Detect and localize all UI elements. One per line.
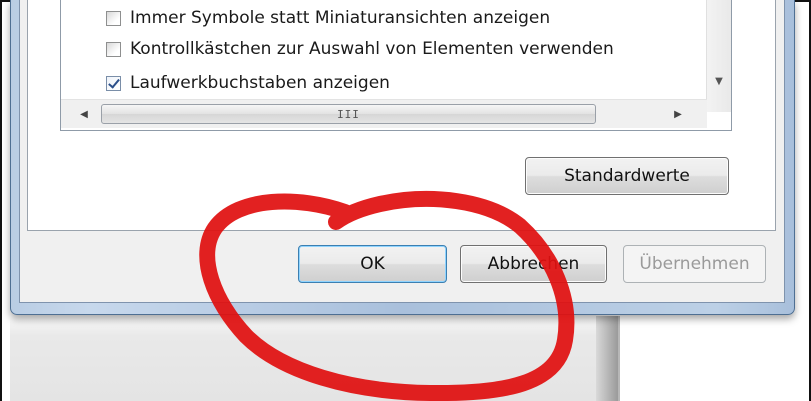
apply-button: Übernehmen [623, 245, 766, 283]
arrow-down-icon[interactable]: ▼ [707, 72, 731, 90]
drive-letters-checkbox[interactable] [106, 75, 121, 91]
show-icons-checkbox[interactable] [106, 10, 121, 26]
arrow-right-icon[interactable]: ▶ [663, 100, 693, 128]
list-item-label: Laufwerkbuchstaben anzeigen [130, 73, 390, 93]
restore-defaults-button[interactable]: Standardwerte [525, 157, 729, 195]
ok-button[interactable]: OK [298, 245, 447, 283]
list-item-label: Kontrollkästchen zur Auswahl von Element… [130, 39, 614, 59]
list-item[interactable]: Immer Symbole statt Miniaturansichten an… [106, 6, 550, 30]
list-item-label: Immer Symbole statt Miniaturansichten an… [130, 8, 551, 28]
advanced-settings-list[interactable]: Immer Symbole statt Miniaturansichten an… [60, 0, 732, 131]
list-item[interactable]: Laufwerkbuchstaben anzeigen [106, 71, 390, 95]
scrollbar-grip: III [337, 107, 360, 121]
scrollbar-thumb[interactable]: III [101, 104, 596, 124]
item-checkboxes-checkbox[interactable] [106, 41, 121, 57]
list-item[interactable]: Kontrollkästchen zur Auswahl von Element… [106, 37, 614, 61]
cancel-button[interactable]: Abbrechen [460, 245, 607, 283]
background-window-edge [596, 316, 618, 401]
background-window [10, 316, 620, 401]
vertical-scrollbar[interactable]: ▼ [706, 0, 731, 112]
arrow-left-icon[interactable]: ◀ [69, 100, 99, 128]
horizontal-scrollbar[interactable]: ◀ III ▶ [61, 99, 707, 128]
